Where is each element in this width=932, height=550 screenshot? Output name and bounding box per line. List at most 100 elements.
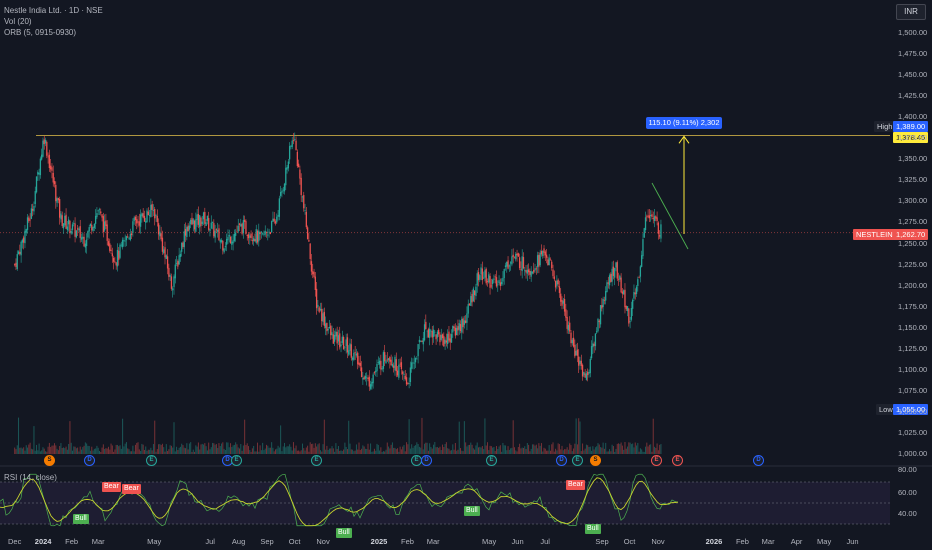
volume-bar [159, 444, 161, 454]
volume-bar [14, 447, 16, 454]
candle-body [345, 339, 347, 347]
candle-body [509, 262, 512, 264]
candle-body [288, 146, 291, 160]
candle-body [590, 346, 593, 359]
candle-body [53, 181, 56, 185]
candle-body [187, 225, 189, 232]
volume-bar [39, 451, 41, 454]
candle-body [76, 228, 79, 230]
volume-bar [181, 443, 183, 454]
candle-body [524, 270, 526, 272]
event-marker[interactable]: E [572, 455, 583, 466]
volume-bar [341, 451, 343, 454]
candle-body [411, 362, 413, 369]
candle-body [323, 311, 325, 326]
price-chart[interactable] [0, 0, 932, 550]
event-marker[interactable]: E [146, 455, 157, 466]
candle-body [332, 334, 334, 344]
time-tick-label: Feb [400, 537, 414, 546]
volume-bar [169, 445, 171, 454]
event-marker[interactable]: D [753, 455, 764, 466]
volume-bar [28, 444, 30, 454]
volume-bar [357, 449, 359, 454]
volume-bar [475, 445, 477, 454]
volume-bar [334, 451, 336, 454]
time-tick-label: May [482, 537, 497, 546]
event-marker[interactable]: D [84, 455, 95, 466]
candle-body [326, 322, 328, 332]
candle-body [145, 221, 147, 223]
volume-bar [59, 446, 61, 454]
candle-body [581, 364, 584, 377]
volume-bar [281, 451, 283, 454]
candle-body [152, 210, 155, 211]
volume-bar [237, 447, 239, 454]
volume-bar [236, 444, 238, 454]
volume-bar [463, 421, 465, 454]
volume-bar [316, 446, 318, 454]
candle-body [265, 231, 268, 233]
candle-body [481, 268, 484, 281]
candle-body [224, 246, 227, 247]
candle-body [493, 278, 495, 280]
candle-body [240, 224, 242, 227]
candle-body [55, 184, 57, 202]
candle-body [651, 214, 653, 217]
symbol-legend[interactable]: Nestle India Ltd. · 1D · NSE [4, 5, 103, 16]
candle-body [337, 335, 340, 342]
candle-body [150, 204, 152, 218]
volume-bar [453, 449, 455, 454]
event-marker[interactable]: E [651, 455, 662, 466]
volume-bar [32, 449, 34, 454]
candle-body [624, 289, 626, 308]
volume-bar [251, 448, 253, 454]
volume-bar [592, 446, 594, 454]
time-tick-label: Mar [91, 537, 105, 546]
candle-body [110, 249, 112, 251]
volume-bar [539, 445, 541, 454]
volume-bar [560, 449, 562, 454]
event-marker[interactable]: S [590, 455, 601, 466]
rsi-legend[interactable]: RSI (14, close) [4, 472, 57, 483]
volume-legend[interactable]: Vol (20) [4, 16, 32, 27]
candle-body [87, 230, 89, 238]
event-marker[interactable]: E [311, 455, 322, 466]
candle-body [458, 323, 460, 330]
volume-bar [597, 443, 599, 454]
volume-bar [275, 449, 276, 454]
volume-bar [228, 447, 230, 454]
candle-body [281, 190, 283, 193]
event-marker[interactable]: S [44, 455, 55, 466]
candle-body [587, 371, 589, 376]
time-tick-label: Jun [511, 537, 524, 546]
price-tick-label: 1,325.00 [898, 175, 928, 185]
volume-bar [106, 448, 108, 454]
event-marker[interactable]: D [556, 455, 567, 466]
candle-body [32, 208, 34, 211]
price-tick-label: 1,175.00 [898, 301, 928, 311]
volume-bar [379, 450, 381, 454]
orb-legend[interactable]: ORB (5, 0915-0930) [4, 27, 76, 38]
price-tick-label: 1,350.00 [898, 154, 928, 164]
candle-body [399, 363, 401, 365]
event-marker[interactable]: E [672, 455, 683, 466]
event-marker[interactable]: E [231, 455, 242, 466]
volume-bar [201, 443, 203, 454]
currency-button[interactable]: INR [896, 4, 926, 20]
candle-body [35, 176, 38, 193]
event-marker[interactable]: E [486, 455, 497, 466]
volume-bar [185, 448, 187, 454]
candle-body [647, 215, 649, 217]
volume-bar [120, 448, 122, 454]
volume-bar [244, 419, 246, 454]
candle-body [539, 252, 541, 266]
volume-bar [147, 449, 149, 454]
candle-body [137, 221, 139, 223]
candle-body [489, 276, 491, 288]
volume-bar [91, 446, 93, 454]
volume-bar [343, 449, 345, 454]
candle-body [242, 220, 245, 234]
event-marker[interactable]: D [421, 455, 432, 466]
volume-bar [512, 420, 514, 454]
volume-bar [385, 449, 387, 454]
